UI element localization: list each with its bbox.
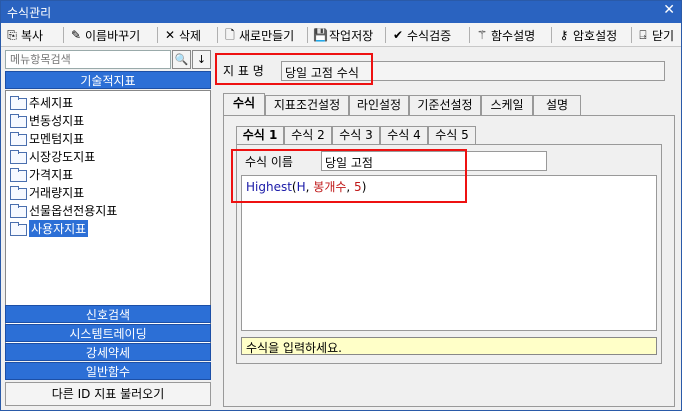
tree-item[interactable]: 시장강도지표 <box>10 148 95 164</box>
new-button[interactable]: 🗋 새로만들기 <box>223 25 294 45</box>
folder-icon <box>10 150 27 164</box>
tree-item[interactable]: 가격지표 <box>10 166 73 182</box>
copy-button[interactable]: ⎘ 복사 <box>5 25 43 45</box>
subtab-formula-1[interactable]: 수식 1 <box>236 126 284 144</box>
category-strength-weakness[interactable]: 강세약세 <box>5 343 211 361</box>
category-signal-search[interactable]: 신호검색 <box>5 305 211 323</box>
formula-hint: 수식을 입력하세요. <box>241 337 657 355</box>
exit-door-icon: ⍈ <box>639 28 647 42</box>
delete-x-icon: ✕ <box>164 28 176 42</box>
tab-formula[interactable]: 수식 <box>223 93 265 115</box>
rename-button[interactable]: ✎ 이름바꾸기 <box>69 25 140 45</box>
formula-paren: ) <box>361 180 367 194</box>
folder-icon <box>10 186 27 200</box>
category-general-functions[interactable]: 일반함수 <box>5 362 211 380</box>
folder-icon <box>10 132 27 146</box>
formula-function: Highest <box>246 180 292 194</box>
close-button[interactable]: ⍈ 닫기 <box>636 25 674 45</box>
toolbar: ⎘ 복사 ✎ 이름바꾸기 ✕ 삭제 🗋 새로만들기 💾 작업저장 ✔ 수식검증 <box>1 23 681 47</box>
load-other-id-button[interactable]: 다른 ID 지표 불러오기 <box>5 382 211 406</box>
checkmark-icon: ✔ <box>392 28 404 42</box>
formula-name-label: 수식 이름 <box>245 155 293 169</box>
search-next-button[interactable]: ↓ <box>192 50 211 69</box>
tree-item[interactable]: 거래량지표 <box>10 184 84 200</box>
subtab-formula-3[interactable]: 수식 3 <box>332 126 380 144</box>
subtab-formula-4[interactable]: 수식 4 <box>380 126 428 144</box>
formula-editor-area: 수식 이름 당일 고점 Highest(H, 봉개수, 5) 수식을 입력하세요… <box>236 144 662 364</box>
toolbar-separator <box>551 27 552 43</box>
formula-text-editor[interactable]: Highest(H, 봉개수, 5) <box>241 175 657 331</box>
toolbar-separator <box>157 27 158 43</box>
search-icon: 🔍 <box>174 53 189 66</box>
rename-icon: ✎ <box>70 28 82 42</box>
subtab-formula-5[interactable]: 수식 5 <box>428 126 476 144</box>
subtab-formula-2[interactable]: 수식 2 <box>284 126 332 144</box>
arrow-down-icon: ↓ <box>196 53 207 66</box>
title-bar: 수식관리 ✕ <box>1 1 681 23</box>
category-technical-indicators[interactable]: 기술적지표 <box>5 71 211 89</box>
indicator-name-field[interactable]: 당일 고점 수식 <box>281 61 665 81</box>
formula-arg: H <box>296 180 306 194</box>
password-button[interactable]: ⚷ 암호설정 <box>557 25 618 45</box>
magic-wand-icon: ⚚ <box>476 28 488 42</box>
new-document-icon: 🗋 <box>225 28 235 42</box>
search-button[interactable]: 🔍 <box>172 50 191 69</box>
close-icon[interactable]: ✕ <box>663 2 675 18</box>
folder-icon <box>10 114 27 128</box>
menu-search-input[interactable] <box>5 50 171 69</box>
tab-line-settings[interactable]: 라인설정 <box>349 95 409 115</box>
tree-item-selected[interactable]: 사용자지표 <box>10 219 89 237</box>
folder-icon <box>10 204 27 218</box>
toolbar-separator <box>469 27 470 43</box>
indicator-name-label: 지 표 명 <box>223 64 264 78</box>
tree-item[interactable]: 선물옵션전용지표 <box>10 202 117 218</box>
right-panel: 지 표 명 당일 고점 수식 수식 지표조건설정 라인설정 기준선설정 스케일 … <box>215 53 681 410</box>
function-help-button[interactable]: ⚚ 함수설명 <box>475 25 536 45</box>
delete-button[interactable]: ✕ 삭제 <box>163 25 201 45</box>
tree-item[interactable]: 추세지표 <box>10 94 73 110</box>
tab-baseline-settings[interactable]: 기준선설정 <box>409 95 481 115</box>
toolbar-separator <box>63 27 64 43</box>
verify-button[interactable]: ✔ 수식검증 <box>391 25 451 45</box>
folder-icon <box>10 96 27 110</box>
copy-icon: ⎘ <box>7 28 17 42</box>
formula-tab-panel: 수식 1 수식 2 수식 3 수식 4 수식 5 수식 이름 당일 고점 Hig… <box>223 115 675 407</box>
folder-icon <box>10 168 27 182</box>
formula-manager-window: 수식관리 ✕ ⎘ 복사 ✎ 이름바꾸기 ✕ 삭제 🗋 새로만들기 💾 작업저장 … <box>0 0 682 411</box>
save-disk-icon: 💾 <box>313 28 328 42</box>
left-panel: 🔍 ↓ 기술적지표 추세지표 변동성지표 모멘텀지표 시장강도지표 가격 <box>5 50 211 408</box>
tab-indicator-condition[interactable]: 지표조건설정 <box>265 95 349 115</box>
tree-item[interactable]: 모멘텀지표 <box>10 130 84 146</box>
formula-name-input[interactable]: 당일 고점 <box>321 151 547 171</box>
save-button[interactable]: 💾 작업저장 <box>313 25 373 45</box>
formula-variable: 봉개수 <box>313 180 347 194</box>
tab-description[interactable]: 설명 <box>533 95 581 115</box>
tab-scale[interactable]: 스케일 <box>481 95 533 115</box>
toolbar-separator <box>631 27 632 43</box>
formula-comma: , <box>346 180 355 194</box>
key-icon: ⚷ <box>559 28 569 42</box>
formula-number: 5 <box>354 180 362 194</box>
category-system-trading[interactable]: 시스템트레이딩 <box>5 324 211 342</box>
toolbar-separator <box>307 27 308 43</box>
tree-item[interactable]: 변동성지표 <box>10 112 84 128</box>
toolbar-separator <box>217 27 218 43</box>
toolbar-separator <box>385 27 386 43</box>
window-title: 수식관리 <box>7 6 52 20</box>
folder-open-icon <box>10 222 27 236</box>
